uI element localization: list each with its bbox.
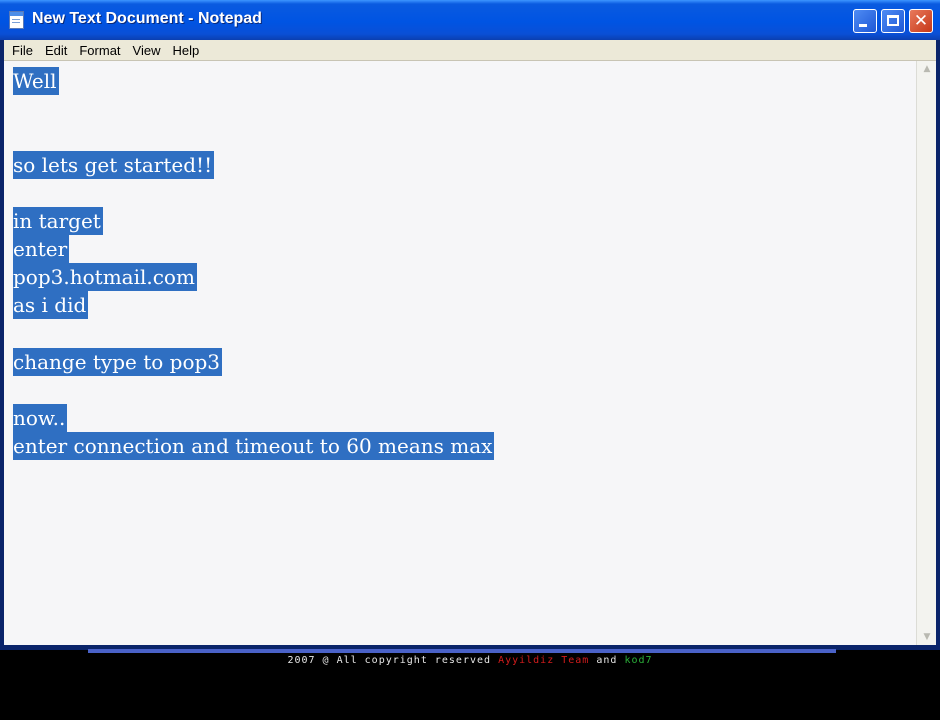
footer-author: kod7 [624, 655, 653, 666]
footer-team: Ayyildiz Team [498, 655, 590, 666]
vertical-scrollbar[interactable]: ▲ ▼ [916, 61, 936, 645]
text-line: now.. [13, 404, 68, 432]
notepad-icon[interactable] [9, 11, 24, 29]
close-button[interactable]: ✕ [909, 9, 933, 33]
text-line: enter connection and timeout to 60 means… [13, 432, 495, 460]
maximize-icon [887, 15, 899, 26]
text-line: enter [13, 235, 70, 263]
text-line: change type to pop3 [13, 348, 223, 376]
menu-format[interactable]: Format [73, 41, 126, 61]
menu-bar: File Edit Format View Help [4, 40, 936, 61]
window-title: New Text Document - Notepad [32, 10, 262, 27]
text-line: as i did [13, 291, 89, 319]
copyright-footer: 2007 @ All copyright reserved Ayyildiz T… [0, 655, 940, 666]
minimize-button[interactable] [853, 9, 877, 33]
minimize-icon [859, 24, 867, 27]
footer-divider [88, 649, 836, 653]
menu-edit[interactable]: Edit [39, 41, 73, 61]
title-bar[interactable]: New Text Document - Notepad ✕ [0, 0, 940, 40]
menu-view[interactable]: View [127, 41, 167, 61]
scroll-up-icon[interactable]: ▲ [920, 63, 934, 75]
text-editor-area[interactable]: Well so lets get started!! in target ent… [4, 61, 916, 645]
close-icon: ✕ [913, 11, 929, 31]
menu-help[interactable]: Help [166, 41, 205, 61]
menu-file[interactable]: File [4, 41, 39, 61]
text-line: so lets get started!! [13, 151, 215, 179]
footer-prefix: 2007 @ All copyright reserved [287, 655, 499, 666]
scroll-down-icon[interactable]: ▼ [920, 631, 934, 643]
footer-middle: and [589, 655, 625, 666]
maximize-button[interactable] [881, 9, 905, 33]
text-line: Well [13, 67, 59, 95]
notepad-window: New Text Document - Notepad ✕ File Edit Fo… [0, 0, 940, 650]
text-line: in target [13, 207, 103, 235]
text-line: pop3.hotmail.com [13, 263, 197, 291]
